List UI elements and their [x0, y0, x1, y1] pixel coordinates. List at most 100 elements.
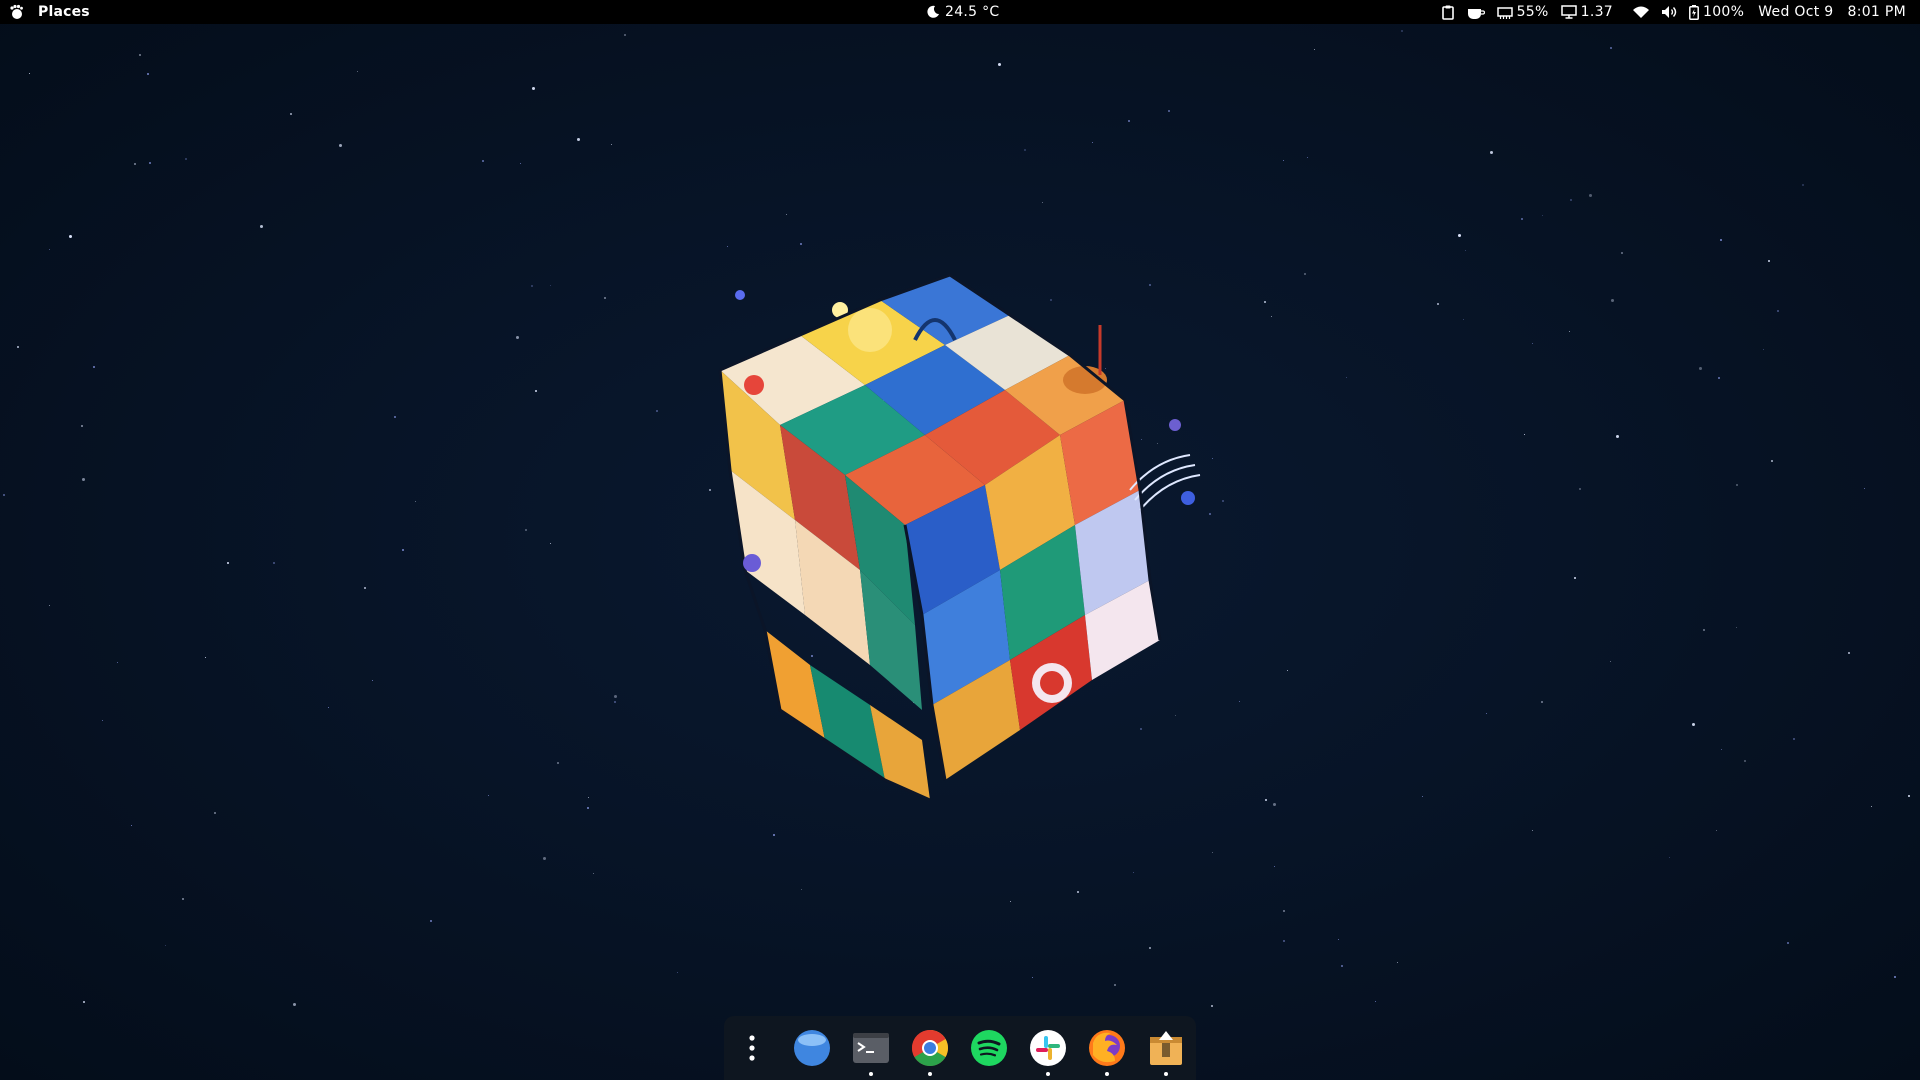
- star: [1611, 299, 1614, 302]
- show-apps-button[interactable]: [728, 1024, 776, 1072]
- star: [1114, 984, 1116, 986]
- star: [587, 807, 589, 809]
- slack-icon: [1030, 1030, 1066, 1066]
- star: [1569, 331, 1570, 332]
- star: [1621, 252, 1623, 254]
- star: [1718, 377, 1720, 379]
- star: [1532, 830, 1533, 831]
- time-label: 8:01 PM: [1847, 4, 1906, 20]
- caffeine-cup-icon[interactable]: [1467, 0, 1485, 24]
- chrome-icon: [911, 1030, 949, 1067]
- star: [134, 163, 136, 165]
- files-icon: [794, 1030, 830, 1066]
- star: [1287, 670, 1288, 671]
- moon-icon: [926, 0, 940, 24]
- star: [227, 562, 229, 564]
- running-indicator: [1105, 1072, 1109, 1076]
- star: [1524, 434, 1525, 435]
- star: [1541, 701, 1543, 703]
- star: [1864, 488, 1865, 489]
- star: [1211, 1005, 1213, 1007]
- star: [117, 662, 118, 663]
- weather-temperature: 24.5 °C: [945, 4, 1000, 20]
- desktop[interactable]: Places 24.5 °C 55% 1.37 100% Wed Oct 9 8…: [0, 0, 1920, 1080]
- star: [677, 972, 678, 973]
- star: [1908, 795, 1910, 797]
- star: [290, 113, 292, 115]
- star: [1490, 151, 1493, 154]
- star: [611, 144, 612, 145]
- star: [614, 695, 617, 698]
- star: [1307, 157, 1308, 158]
- star: [82, 478, 85, 481]
- running-indicator: [1164, 1072, 1168, 1076]
- star: [1763, 349, 1764, 350]
- rubiks-cube-illustration: [718, 273, 1201, 802]
- star: [1570, 199, 1572, 201]
- star: [372, 680, 373, 681]
- star: [273, 562, 275, 564]
- memory-indicator[interactable]: 55%: [1496, 0, 1549, 24]
- star: [1401, 30, 1403, 32]
- star: [165, 945, 166, 946]
- star: [1077, 891, 1079, 893]
- star: [81, 425, 83, 427]
- star: [588, 797, 589, 798]
- star: [516, 336, 519, 339]
- star: [557, 762, 559, 764]
- star: [1212, 852, 1213, 853]
- battery-indicator[interactable]: 100%: [1689, 0, 1744, 24]
- star: [1274, 866, 1275, 867]
- star: [593, 873, 594, 874]
- star: [1848, 652, 1850, 654]
- places-menu[interactable]: Places: [38, 0, 90, 24]
- star: [624, 34, 626, 36]
- dock-app-slack[interactable]: [1024, 1024, 1072, 1076]
- weather-indicator[interactable]: 24.5 °C: [926, 0, 1000, 24]
- star: [1721, 749, 1722, 750]
- battery-value: 100%: [1703, 4, 1745, 20]
- spotify-icon: [971, 1030, 1007, 1066]
- date-time-menu[interactable]: Wed Oct 9 8:01 PM: [1758, 0, 1906, 24]
- archive-icon: [1150, 1031, 1182, 1065]
- star: [3, 494, 5, 496]
- dock-app-terminal[interactable]: [847, 1024, 895, 1076]
- top-panel: Places 24.5 °C 55% 1.37 100% Wed Oct 9 8…: [0, 0, 1920, 24]
- star: [1716, 830, 1717, 831]
- star: [1463, 319, 1464, 320]
- star: [1465, 250, 1466, 251]
- star: [998, 63, 1001, 66]
- monitor-icon: [1560, 5, 1577, 19]
- dock-app-firefox[interactable]: [1083, 1024, 1131, 1076]
- star: [1589, 194, 1592, 197]
- wifi-icon[interactable]: [1633, 0, 1649, 24]
- star: [1744, 760, 1746, 762]
- star: [328, 707, 329, 708]
- dock-app-spotify[interactable]: [965, 1024, 1013, 1072]
- star: [205, 657, 206, 658]
- clipboard-icon[interactable]: [1441, 0, 1455, 24]
- star: [1871, 806, 1872, 807]
- load-indicator[interactable]: 1.37: [1560, 0, 1613, 24]
- star: [402, 549, 404, 551]
- star: [1787, 942, 1789, 944]
- star: [1128, 120, 1130, 122]
- star: [1271, 316, 1272, 317]
- battery-icon: [1689, 4, 1699, 20]
- star: [149, 162, 151, 164]
- star: [293, 1003, 296, 1006]
- star: [1720, 239, 1722, 241]
- gnome-foot-icon[interactable]: [8, 0, 24, 24]
- memory-chip-icon: [1496, 6, 1513, 19]
- star: [415, 501, 416, 502]
- star: [1579, 488, 1581, 490]
- star: [1521, 218, 1523, 220]
- star: [656, 410, 658, 412]
- dock-app-chrome[interactable]: [906, 1024, 954, 1076]
- dock-app-files[interactable]: [788, 1024, 836, 1072]
- speaker-icon[interactable]: [1661, 0, 1677, 24]
- dock-app-archive-manager[interactable]: [1142, 1024, 1190, 1076]
- star: [1610, 47, 1612, 49]
- star: [482, 160, 484, 162]
- star: [93, 366, 95, 368]
